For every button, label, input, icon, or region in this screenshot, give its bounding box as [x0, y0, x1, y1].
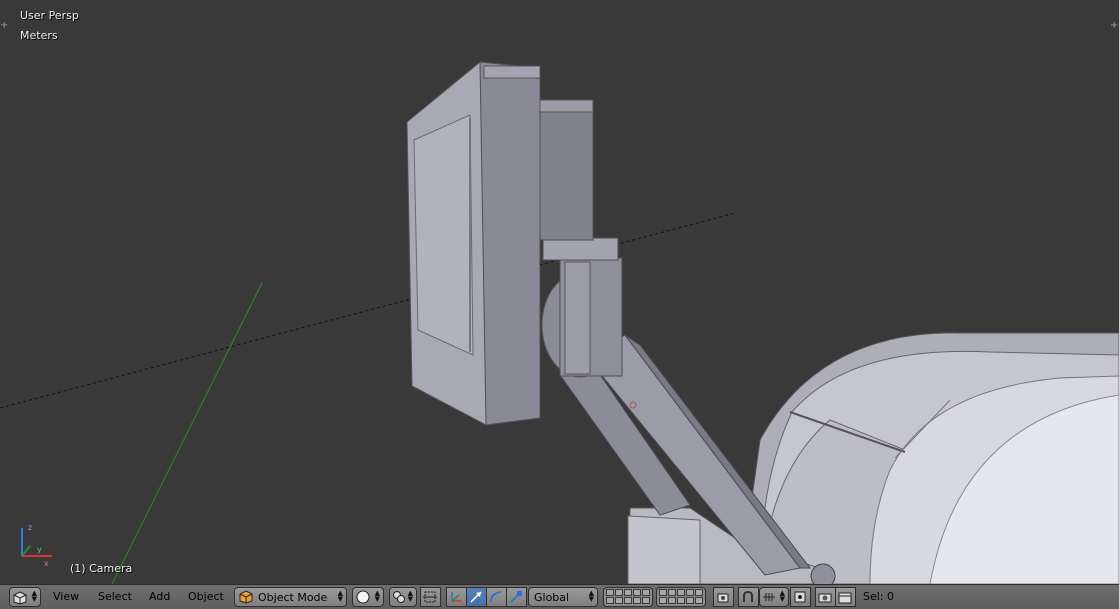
layer-button[interactable] [677, 597, 685, 604]
snap-target-icon [794, 591, 806, 603]
updown-arrows-icon: ▲ ▼ [374, 589, 380, 603]
magnet-icon [743, 590, 753, 602]
updown-arrows-icon: ▲ ▼ [779, 589, 785, 603]
axis-gizmo: z y x [21, 523, 52, 568]
mode-dropdown[interactable]: Object Mode ▲ ▼ [234, 587, 347, 607]
pivot-point-dropdown[interactable]: ▲ ▼ [389, 587, 417, 607]
layer-button[interactable] [686, 589, 694, 596]
rotate-manipulator-button[interactable] [486, 587, 507, 607]
cube-icon [13, 591, 27, 605]
pivot-only-locations-button[interactable] [420, 587, 441, 607]
units-label: Meters [20, 29, 58, 42]
layer-button[interactable] [606, 597, 614, 604]
viewport-shading-dropdown[interactable]: ▲ ▼ [352, 587, 384, 607]
scale-manipulator-icon [510, 591, 522, 603]
joint-mesh[interactable] [541, 237, 623, 378]
orange-cube-icon [239, 590, 253, 604]
opengl-render-button[interactable] [815, 587, 836, 607]
snap-element-icon [763, 593, 775, 601]
layer-button[interactable] [686, 597, 694, 604]
updown-arrows-icon: ▲ ▼ [407, 589, 413, 603]
editor-type-dropdown[interactable]: ▲ ▼ [9, 587, 41, 607]
layer-button[interactable] [659, 597, 667, 604]
manipulator-toggle-icon [451, 592, 461, 602]
svg-text:y: y [37, 545, 42, 554]
view-name-label: User Persp [20, 9, 79, 22]
layer-button[interactable] [615, 597, 623, 604]
updown-arrows-icon: ▲ ▼ [337, 589, 343, 603]
expand-toolshelf-icon[interactable]: + [0, 21, 8, 31]
layer-button[interactable] [642, 589, 650, 596]
layer-button[interactable] [624, 597, 632, 604]
transform-orientation-label: Global [534, 591, 570, 604]
lamp-housing-mesh[interactable] [739, 332, 1119, 584]
solid-sphere-icon [356, 590, 370, 604]
layer-button[interactable] [624, 589, 632, 596]
layers-block-2[interactable] [656, 587, 706, 607]
translate-manipulator-button[interactable] [466, 587, 487, 607]
snap-toggle-button[interactable] [738, 587, 759, 607]
layer-button[interactable] [633, 589, 641, 596]
scale-manipulator-button[interactable] [506, 587, 527, 607]
view-menu[interactable]: View [53, 590, 79, 603]
active-object-label: (1) Camera [70, 562, 133, 575]
layer-button[interactable] [668, 597, 676, 604]
3d-scene[interactable]: z y x [0, 0, 1119, 584]
svg-text:x: x [44, 559, 49, 568]
layer-button[interactable] [695, 589, 703, 596]
3d-viewport[interactable]: z y x User Persp Meters (1) Camera + + [0, 0, 1119, 584]
updown-arrows-icon: ▲ ▼ [588, 589, 594, 603]
svg-text:z: z [28, 523, 32, 532]
layer-button[interactable] [677, 589, 685, 596]
layer-button[interactable] [659, 589, 667, 596]
viewport-header: ▲ ▼ View Select Add Object Object Mode ▲ ▼… [0, 584, 1119, 609]
add-menu[interactable]: Add [149, 590, 170, 603]
move-arrows-icon [423, 591, 437, 603]
y-axis-line [111, 282, 263, 584]
opengl-animation-icon [838, 592, 852, 604]
transform-orientation-dropdown[interactable]: Global ▲ ▼ [528, 587, 598, 607]
layer-button[interactable] [695, 597, 703, 604]
pivot-point-icon [393, 591, 405, 603]
snap-element-dropdown[interactable]: ▲ ▼ [759, 587, 789, 607]
manipulator-toggle-button[interactable] [446, 587, 467, 607]
lock-camera-icon [717, 593, 729, 603]
selection-status: Sel: 0 [863, 590, 895, 603]
layer-button[interactable] [606, 589, 614, 596]
layer-button[interactable] [668, 589, 676, 596]
opengl-animation-button[interactable] [835, 587, 856, 607]
object-menu[interactable]: Object [188, 590, 224, 603]
layer-button[interactable] [615, 589, 623, 596]
mode-label: Object Mode [258, 591, 328, 604]
lock-camera-button[interactable] [713, 587, 734, 607]
layer-button[interactable] [633, 597, 641, 604]
layers-block-1[interactable] [603, 587, 653, 607]
snap-target-button[interactable] [790, 587, 811, 607]
select-menu[interactable]: Select [98, 590, 132, 603]
translate-manipulator-icon [470, 591, 482, 603]
opengl-render-icon [818, 593, 832, 603]
layer-button[interactable] [642, 597, 650, 604]
rotate-manipulator-icon [490, 591, 502, 603]
expand-properties-icon[interactable]: + [1110, 21, 1118, 31]
updown-arrows-icon: ▲ ▼ [31, 589, 37, 603]
